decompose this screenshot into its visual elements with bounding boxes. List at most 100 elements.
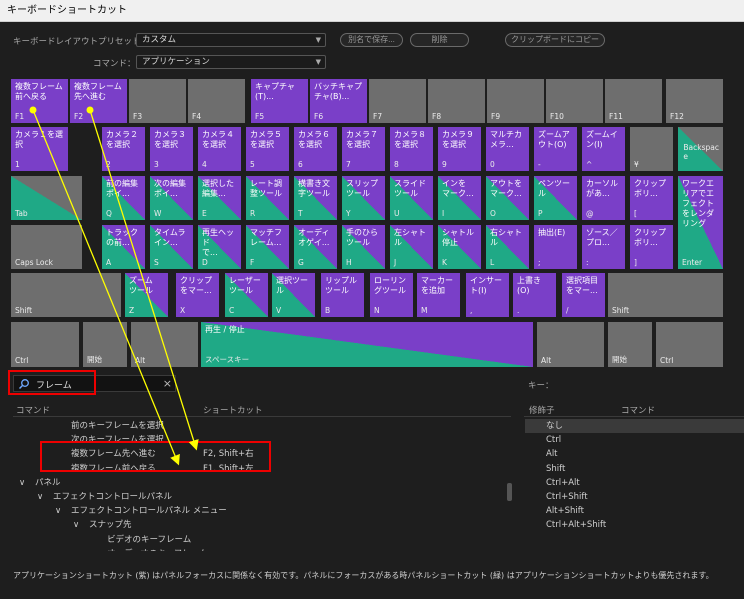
key-kb[interactable]: リップル ツール B [321, 273, 364, 317]
key-kaltl[interactable]: Alt [131, 322, 198, 367]
key-f9[interactable]: F9 [487, 79, 544, 123]
key-kctrlr[interactable]: Ctrl [656, 322, 723, 367]
key-k9[interactable]: カメラ９ を選択 9 [438, 127, 481, 171]
key-ktab[interactable]: Tab [11, 176, 82, 220]
key-kyen[interactable]: ¥ [630, 127, 673, 171]
key-k0[interactable]: マルチカ メラ... 0 [486, 127, 529, 171]
key-f4[interactable]: F4 [188, 79, 245, 123]
key-f6[interactable]: バッチキャプ チャ(B)... F6 [310, 79, 367, 123]
chevron-down-icon[interactable]: ∨ [19, 476, 25, 490]
key-kcolon[interactable]: ゾース／ プロ...: [582, 225, 625, 269]
key-ki[interactable]: インを マーク... I [438, 176, 481, 220]
key-f12[interactable]: F12 [666, 79, 723, 123]
command-row[interactable]: オーディオのキーフレーム [13, 547, 511, 551]
command-row[interactable]: ∨ スナップ先 [13, 518, 511, 532]
key-kaltr[interactable]: Alt [537, 322, 604, 367]
key-kf[interactable]: マッチフ レーム... F [246, 225, 289, 269]
key-ku[interactable]: スライド ツール U [390, 176, 433, 220]
key-kdot[interactable]: 上書き (O). [513, 273, 556, 317]
modifier-row[interactable]: Ctrl+Alt+Shift [525, 518, 744, 532]
key-kbs[interactable]: Backspac e [678, 127, 723, 171]
key-kenter[interactable]: ワークエ リアでエ フェクト をレンダ リング Enter [678, 176, 723, 269]
command-row[interactable]: ∨ パネル [13, 476, 511, 490]
key-k3[interactable]: カメラ３ を選択 3 [150, 127, 193, 171]
chevron-down-icon[interactable]: ∨ [73, 518, 79, 532]
key-k2[interactable]: カメラ２ を選択 2 [102, 127, 145, 171]
key-krbr[interactable]: クリップ ボリ...] [630, 225, 673, 269]
key-ko[interactable]: アウトを マーク... O [486, 176, 529, 220]
command-row[interactable]: ビデオのキーフレーム [13, 533, 511, 547]
key-f8[interactable]: F8 [428, 79, 485, 123]
key-k7[interactable]: カメラ７ を選択 7 [342, 127, 385, 171]
chevron-down-icon[interactable]: ∨ [55, 504, 61, 518]
key-k4[interactable]: カメラ４ を選択 4 [198, 127, 241, 171]
key-f2[interactable]: 複数フレーム 先へ進む F2 [70, 79, 127, 123]
key-kcaps[interactable]: Caps Lock [11, 225, 82, 269]
key-kn[interactable]: ローリン グツール N [370, 273, 413, 317]
key-f3[interactable]: F3 [129, 79, 186, 123]
key-km[interactable]: マーカー を追加 M [417, 273, 460, 317]
key-kt[interactable]: 横書き文 字ツール T [294, 176, 337, 220]
key-kcomma[interactable]: インサー ト(I), [466, 273, 509, 317]
key-kwinl[interactable]: 開始 [83, 322, 127, 367]
command-select[interactable]: アプリケーション ▼ [136, 55, 326, 69]
key-k8[interactable]: カメラ８ を選択 8 [390, 127, 433, 171]
column-header-modifier-command[interactable]: コマンド [621, 404, 655, 416]
key-kr[interactable]: レート調 整ツール R [246, 176, 289, 220]
command-row[interactable]: ∨ エフェクトコントロールパネル [13, 490, 511, 504]
key-kwinr[interactable]: 開始 [608, 322, 652, 367]
chevron-down-icon[interactable]: ∨ [37, 490, 43, 504]
key-kg[interactable]: オーディ オゲイ... G [294, 225, 337, 269]
copy-to-clipboard-button[interactable]: クリップボードにコピー [505, 33, 605, 47]
commands-scrollbar[interactable] [507, 483, 512, 501]
key-kx[interactable]: クリップ をマー... X [176, 273, 219, 317]
column-header-modifier[interactable]: 修飾子 [529, 404, 555, 416]
key-kcaret[interactable]: ズームイ ン(I) ^ [582, 127, 625, 171]
key-kl[interactable]: 右シャト ル L [486, 225, 529, 269]
save-as-button[interactable]: 別名で保存... [340, 33, 403, 47]
modifier-row[interactable]: Alt+Shift [525, 504, 744, 518]
key-k6[interactable]: カメラ６ を選択 6 [294, 127, 337, 171]
command-row[interactable]: 前のキーフレームを選択 [13, 419, 511, 433]
key-f5[interactable]: キャプチャ (T)... F5 [251, 79, 308, 123]
key-kv[interactable]: 選択ツー ル V [272, 273, 315, 317]
modifier-row[interactable]: Alt [525, 447, 744, 461]
modifier-row[interactable]: なし [525, 419, 744, 433]
command-row[interactable]: ∨ エフェクトコントロールパネル メニュー [13, 504, 511, 518]
key-ks[interactable]: タイムラ イン... S [150, 225, 193, 269]
key-ksemi[interactable]: 抽出(E); [534, 225, 577, 269]
key-kj[interactable]: 左シャト ル J [390, 225, 433, 269]
key-kc[interactable]: レーザー ツール C [225, 273, 268, 317]
key-kshiftr[interactable]: Shift [608, 273, 723, 317]
key-kw[interactable]: 次の編集 ポイ... W [150, 176, 193, 220]
modifier-row[interactable]: Ctrl+Shift [525, 490, 744, 504]
key-kshiftl[interactable]: Shift [11, 273, 121, 317]
key-kh[interactable]: 手のひら ツール H [342, 225, 385, 269]
column-header-shortcut[interactable]: ショートカット [203, 404, 263, 416]
key-f10[interactable]: F10 [546, 79, 603, 123]
key-kk[interactable]: シャトル 停止 K [438, 225, 481, 269]
delete-button[interactable]: 削除 [410, 33, 469, 47]
key-ke[interactable]: 選択した 編集... E [198, 176, 241, 220]
key-k5[interactable]: カメラ５ を選択 5 [246, 127, 289, 171]
key-k1[interactable]: カメラ１を選択 1 [11, 127, 68, 171]
key-klbr[interactable]: クリップ ボリ... [ [630, 176, 673, 220]
key-ka[interactable]: トラック の前... A [102, 225, 145, 269]
key-ky[interactable]: スリップ ツール Y [342, 176, 385, 220]
key-kslash[interactable]: 選択項目 をマー... / [562, 273, 605, 317]
key-f1[interactable]: 複数フレーム 前へ戻る F1 [11, 79, 68, 123]
key-kq[interactable]: 前の編集 ポイ... Q [102, 176, 145, 220]
key-f7[interactable]: F7 [369, 79, 426, 123]
key-kat[interactable]: カーソル があ... @ [582, 176, 625, 220]
key-kspace[interactable]: 再生 / 停止 スペースキー [201, 322, 533, 367]
modifier-row[interactable]: Shift [525, 462, 744, 476]
column-header-command[interactable]: コマンド [16, 404, 50, 416]
layout-preset-select[interactable]: カスタム ▼ [136, 33, 326, 47]
key-kd[interactable]: 再生ヘッド で... D [198, 225, 241, 269]
key-f11[interactable]: F11 [605, 79, 662, 123]
key-kp[interactable]: ペンツー ル P [534, 176, 577, 220]
modifier-row[interactable]: Ctrl+Alt [525, 476, 744, 490]
key-kz[interactable]: ズーム ツール Z [125, 273, 168, 317]
key-kminus[interactable]: ズームア ウト(O) - [534, 127, 577, 171]
close-icon[interactable]: × [163, 376, 172, 391]
